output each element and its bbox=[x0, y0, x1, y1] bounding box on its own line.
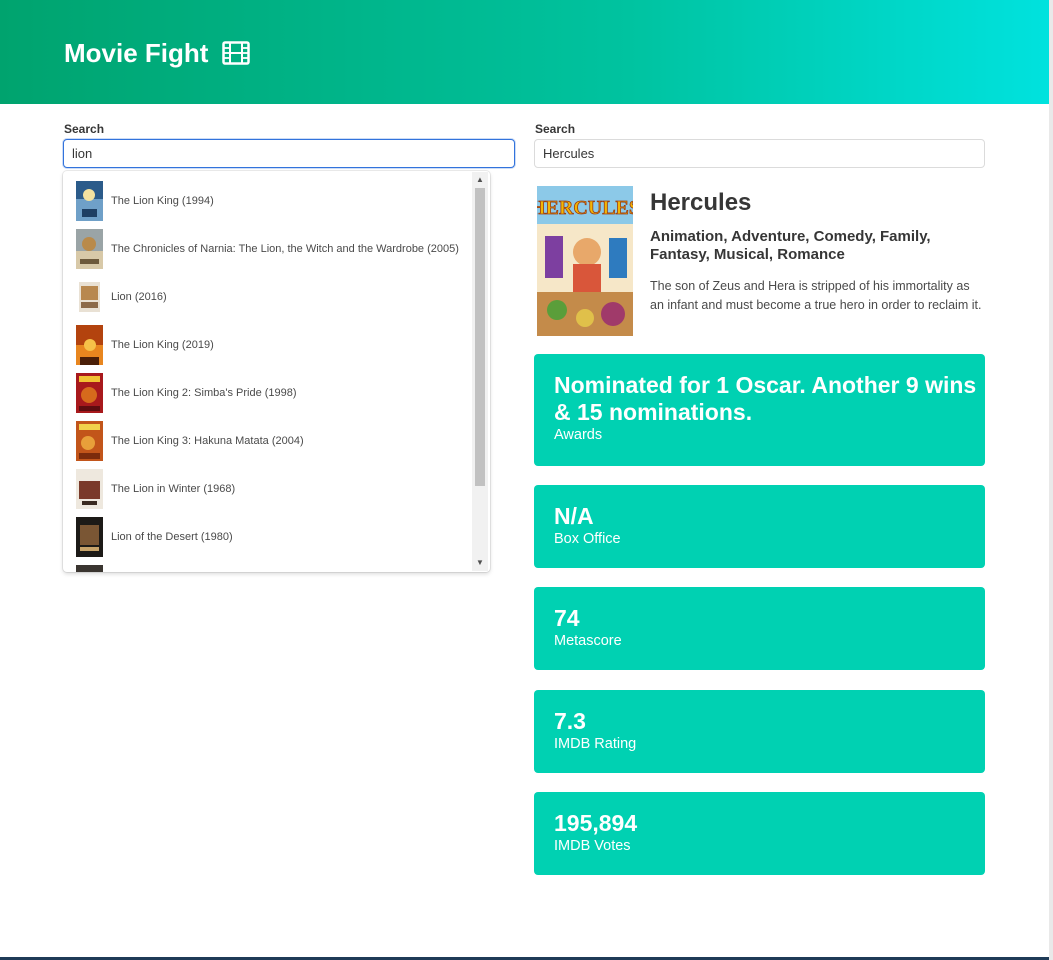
film-icon bbox=[222, 41, 251, 65]
scroll-up-icon[interactable]: ▲ bbox=[475, 175, 485, 185]
stat-box-office: N/A Box Office bbox=[534, 485, 985, 568]
stat-imdb-rating: 7.3 IMDB Rating bbox=[534, 690, 985, 773]
stat-label: Awards bbox=[554, 427, 603, 443]
poster-thumbnail bbox=[79, 282, 100, 312]
poster-thumbnail bbox=[76, 181, 103, 221]
svg-text:HERCULES: HERCULES bbox=[537, 197, 633, 219]
result-item[interactable]: The Lion King 2: Simba's Pride (1998) bbox=[63, 369, 472, 417]
result-item[interactable] bbox=[63, 561, 472, 572]
poster-thumbnail bbox=[76, 373, 103, 413]
stat-imdb-votes: 195,894 IMDB Votes bbox=[534, 792, 985, 875]
movie-poster: HERCULES bbox=[537, 186, 633, 336]
left-autocomplete: Search bbox=[63, 122, 515, 168]
result-title: The Lion King (1994) bbox=[111, 195, 214, 207]
stat-label: IMDB Votes bbox=[554, 838, 631, 854]
stat-value: 74 bbox=[554, 605, 580, 631]
scrollbar-thumb[interactable] bbox=[475, 188, 485, 486]
right-autocomplete: Search bbox=[534, 122, 985, 168]
left-search-label: Search bbox=[64, 122, 105, 136]
stat-value: 195,894 bbox=[554, 810, 638, 836]
poster-thumbnail bbox=[76, 229, 103, 269]
stat-value: 7.3 bbox=[554, 708, 586, 734]
result-item[interactable]: The Chronicles of Narnia: The Lion, the … bbox=[63, 225, 472, 273]
right-search-label: Search bbox=[535, 122, 576, 136]
result-title: Lion (2016) bbox=[111, 291, 167, 303]
stat-label: Metascore bbox=[554, 633, 622, 649]
poster-thumbnail bbox=[76, 565, 103, 572]
left-search-input[interactable] bbox=[63, 139, 515, 168]
movie-genres: Animation, Adventure, Comedy, Family, Fa… bbox=[650, 228, 931, 263]
result-item[interactable]: The Lion King (1994) bbox=[63, 177, 472, 225]
result-item[interactable]: The Lion King (2019) bbox=[63, 321, 472, 369]
stat-value: N/A bbox=[554, 503, 594, 529]
results-scrollbar[interactable]: ▲ ▼ bbox=[472, 172, 488, 571]
stat-value: Nominated for 1 Oscar. Another 9 wins & … bbox=[554, 372, 977, 425]
result-title: The Lion in Winter (1968) bbox=[111, 483, 236, 495]
results-dropdown: The Lion King (1994) The Chronicles of N… bbox=[63, 171, 490, 572]
poster-thumbnail bbox=[76, 469, 103, 509]
right-search-input[interactable] bbox=[534, 139, 985, 168]
poster-thumbnail bbox=[76, 517, 103, 557]
result-item[interactable]: Lion of the Desert (1980) bbox=[63, 513, 472, 561]
result-item[interactable]: The Lion King 3: Hakuna Matata (2004) bbox=[63, 417, 472, 465]
result-title: Lion of the Desert (1980) bbox=[111, 531, 233, 543]
poster-thumbnail bbox=[76, 325, 103, 365]
scroll-down-icon[interactable]: ▼ bbox=[475, 558, 485, 568]
poster-thumbnail bbox=[76, 421, 103, 461]
movie-summary: HERCULES Hercules Animation, Adventure, … bbox=[534, 183, 985, 338]
movie-title: Hercules bbox=[650, 189, 752, 216]
brand: Movie Fight bbox=[64, 38, 251, 68]
result-title: The Lion King 3: Hakuna Matata (2004) bbox=[111, 435, 304, 447]
result-item[interactable]: The Lion in Winter (1968) bbox=[63, 465, 472, 513]
result-item[interactable]: Lion (2016) bbox=[63, 273, 472, 321]
stat-label: Box Office bbox=[554, 531, 621, 547]
movie-plot: The son of Zeus and Hera is stripped of … bbox=[650, 279, 982, 312]
app-header: Movie Fight bbox=[0, 0, 1049, 104]
stat-awards: Nominated for 1 Oscar. Another 9 wins & … bbox=[534, 354, 985, 466]
stat-metascore: 74 Metascore bbox=[534, 587, 985, 670]
result-title: The Lion King 2: Simba's Pride (1998) bbox=[111, 387, 297, 399]
result-title: The Lion King (2019) bbox=[111, 339, 214, 351]
page-scrollbar[interactable] bbox=[1049, 0, 1053, 960]
app-title: Movie Fight bbox=[64, 38, 209, 68]
result-title: The Chronicles of Narnia: The Lion, the … bbox=[111, 243, 459, 255]
stat-label: IMDB Rating bbox=[554, 736, 637, 752]
